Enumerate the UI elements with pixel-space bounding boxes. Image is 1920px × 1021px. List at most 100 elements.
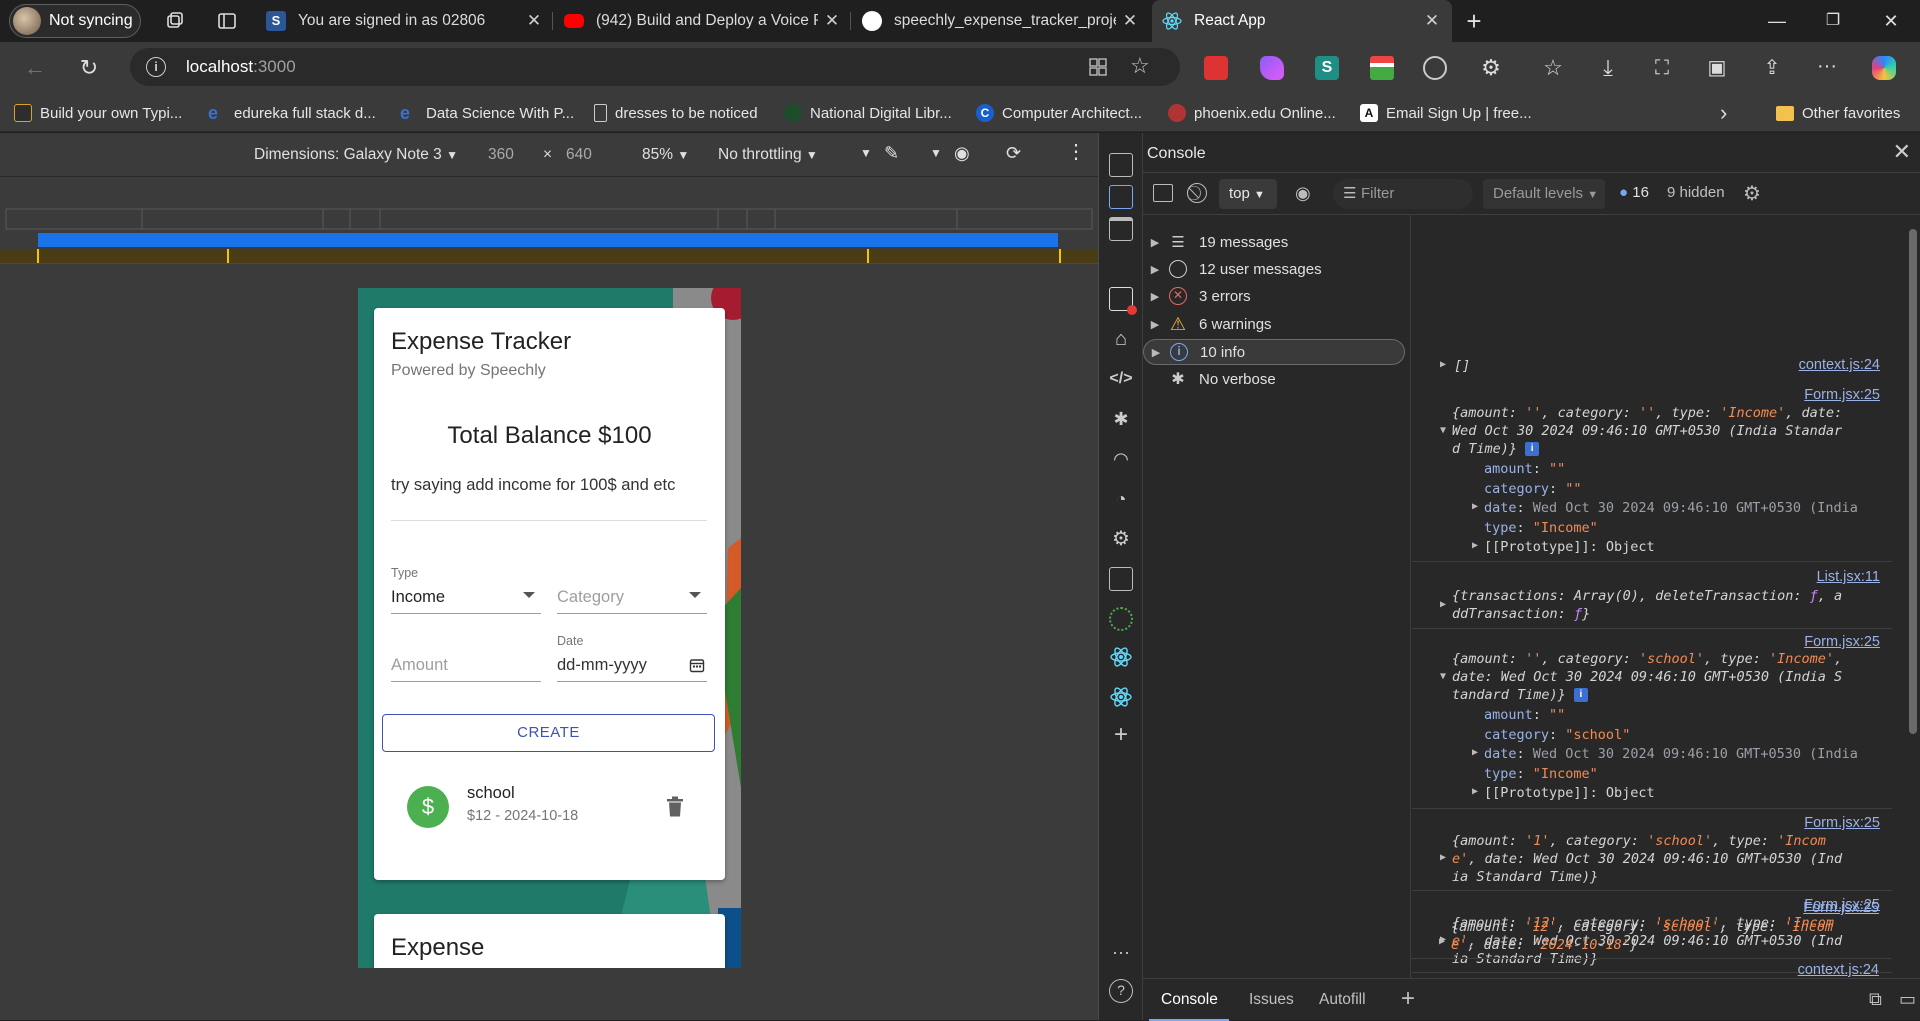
copilot-icon[interactable]: [1872, 56, 1896, 80]
filter-input[interactable]: ☰ Filter: [1333, 179, 1473, 209]
screenshot-icon[interactable]: ⛶: [1650, 56, 1674, 80]
console-scrollbar[interactable]: [1907, 215, 1919, 978]
chevron-down-icon[interactable]: ▼: [930, 146, 942, 160]
context-select[interactable]: top ▼: [1219, 179, 1277, 209]
tab-github[interactable]: speechly_expense_tracker_project ✕: [862, 0, 1142, 42]
create-button[interactable]: CREATE: [382, 714, 715, 752]
react-components-icon[interactable]: [1109, 645, 1133, 669]
workspaces-icon[interactable]: [164, 10, 186, 32]
date-input[interactable]: dd-mm-yyyy: [557, 654, 707, 682]
clear-console-icon[interactable]: ⃠: [1187, 183, 1207, 203]
tab-issues[interactable]: Issues: [1249, 991, 1294, 1009]
issues-counter[interactable]: ● 16: [1619, 184, 1649, 201]
tab-react-app[interactable]: React App ✕: [1152, 0, 1452, 42]
device-height-input[interactable]: 640: [566, 146, 592, 164]
bookmark-item[interactable]: e edureka full stack d...: [208, 102, 376, 124]
log-levels-select[interactable]: Default levels ▼: [1483, 179, 1605, 209]
amount-input[interactable]: Amount: [391, 654, 541, 682]
bookmark-item[interactable]: A Email Sign Up | free...: [1360, 102, 1532, 124]
new-tab-button[interactable]: +: [1459, 8, 1489, 34]
tab-youtube[interactable]: (942) Build and Deploy a Voice Po ✕: [564, 0, 844, 42]
source-link[interactable]: Form.jsx:25: [1804, 634, 1880, 650]
tab-signed-in[interactable]: S You are signed in as 02806 ✕: [266, 0, 546, 42]
sidebar-toggle-icon[interactable]: [1153, 184, 1173, 202]
extension-icon[interactable]: [1370, 56, 1394, 80]
extension-icon[interactable]: S: [1315, 56, 1339, 80]
tab-actions-icon[interactable]: [216, 10, 238, 32]
dock-icon[interactable]: ⧉: [1869, 989, 1882, 1010]
close-tab-icon[interactable]: ✕: [526, 11, 542, 31]
live-expression-eye-icon[interactable]: ◉: [1295, 183, 1311, 204]
source-link[interactable]: Form.jsx:25: [1803, 900, 1879, 916]
rotate-icon[interactable]: ⟳: [1006, 143, 1021, 164]
sidebar-item-verbose[interactable]: ✱ No verbose: [1143, 366, 1405, 392]
debugger-icon[interactable]: ✱: [1109, 407, 1133, 431]
zoom-select[interactable]: 85% ▼: [642, 146, 689, 164]
react-profiler-icon[interactable]: [1109, 685, 1133, 709]
bookmark-item[interactable]: dresses to be noticed: [594, 102, 758, 124]
add-tool-icon[interactable]: +: [1109, 723, 1133, 747]
app-available-icon[interactable]: [1088, 57, 1108, 77]
target-icon[interactable]: [1423, 56, 1447, 80]
console-settings-icon[interactable]: ⚙: [1743, 181, 1761, 206]
chevron-right-icon[interactable]: ›: [1720, 100, 1727, 125]
expand-triangle[interactable]: ▶: [1439, 936, 1445, 947]
tab-autofill[interactable]: Autofill: [1319, 991, 1366, 1009]
expand-triangle[interactable]: ▼: [1440, 425, 1446, 436]
share-icon[interactable]: ⇪: [1760, 56, 1784, 80]
device-dimensions-select[interactable]: Dimensions: Galaxy Note 3 ▼: [254, 146, 458, 164]
device-emulation-icon[interactable]: [1109, 185, 1133, 209]
eyedropper-icon[interactable]: ✎: [884, 143, 899, 164]
expand-triangle[interactable]: ▶: [1472, 540, 1478, 551]
expand-triangle[interactable]: ▼: [1440, 671, 1446, 682]
extension-icon[interactable]: [1204, 56, 1228, 80]
bookmark-item[interactable]: C Computer Architect...: [976, 102, 1142, 124]
performance-icon[interactable]: ◔: [1109, 487, 1133, 511]
home-icon[interactable]: ⌂: [1109, 327, 1133, 351]
expand-triangle[interactable]: ▶: [1440, 599, 1446, 610]
more-options-icon[interactable]: ⋮: [1066, 139, 1086, 164]
restore-button[interactable]: ❐: [1818, 8, 1848, 34]
category-select[interactable]: Category: [557, 586, 707, 614]
bookmark-item[interactable]: National Digital Libr...: [784, 102, 952, 124]
download-icon[interactable]: ⤓: [1596, 56, 1620, 80]
type-select[interactable]: Income: [391, 586, 541, 614]
bookmark-item[interactable]: e Data Science With P...: [400, 102, 574, 124]
profile-button[interactable]: Not syncing: [9, 4, 141, 38]
favorites-icon[interactable]: ☆: [1541, 56, 1565, 80]
chevron-down-icon[interactable]: ▼: [860, 146, 872, 160]
other-favorites[interactable]: Other favorites: [1776, 102, 1900, 124]
expand-triangle[interactable]: ▶: [1472, 501, 1478, 512]
welcome-icon[interactable]: [1109, 217, 1133, 241]
eye-icon[interactable]: ◉: [954, 143, 970, 164]
minimize-button[interactable]: —: [1762, 8, 1792, 34]
help-icon[interactable]: ?: [1109, 979, 1133, 1003]
delete-icon[interactable]: [666, 796, 684, 818]
close-panel-icon[interactable]: ✕: [1893, 139, 1911, 165]
address-bar[interactable]: i localhost:3000 ☆: [130, 48, 1180, 86]
sidebar-item-info[interactable]: ▶ i 10 info: [1143, 339, 1405, 365]
close-window-button[interactable]: ✕: [1876, 8, 1906, 34]
settings-gear-icon[interactable]: ⚙: [1109, 527, 1133, 551]
bookmark-item[interactable]: Build your own Typi...: [14, 102, 182, 124]
add-tab-icon[interactable]: +: [1401, 985, 1415, 1013]
source-link[interactable]: context.js:24: [1799, 357, 1880, 373]
bookmark-item[interactable]: phoenix.edu Online...: [1168, 102, 1336, 124]
expand-triangle[interactable]: ▶: [1472, 747, 1478, 758]
inspect-icon[interactable]: [1109, 153, 1133, 177]
close-tab-icon[interactable]: ✕: [1424, 11, 1440, 31]
more-tools-icon[interactable]: ···: [1109, 943, 1133, 967]
source-link[interactable]: context.js:24: [1798, 962, 1879, 978]
throttling-select[interactable]: No throttling ▼: [718, 146, 818, 164]
site-info-icon[interactable]: i: [146, 57, 166, 77]
network-icon[interactable]: ◠: [1109, 447, 1133, 471]
sidebar-item-messages[interactable]: ▶ ☰ 19 messages: [1143, 229, 1405, 255]
extension-icon[interactable]: [1260, 56, 1284, 80]
favorite-star-icon[interactable]: ☆: [1130, 53, 1150, 79]
lighthouse-icon[interactable]: [1109, 607, 1133, 631]
close-tab-icon[interactable]: ✕: [1122, 11, 1138, 31]
source-link[interactable]: Form.jsx:25: [1804, 815, 1880, 831]
expand-triangle[interactable]: ▶: [1472, 786, 1478, 797]
close-tab-icon[interactable]: ✕: [824, 11, 840, 31]
extensions-icon[interactable]: ⚙: [1479, 56, 1503, 80]
